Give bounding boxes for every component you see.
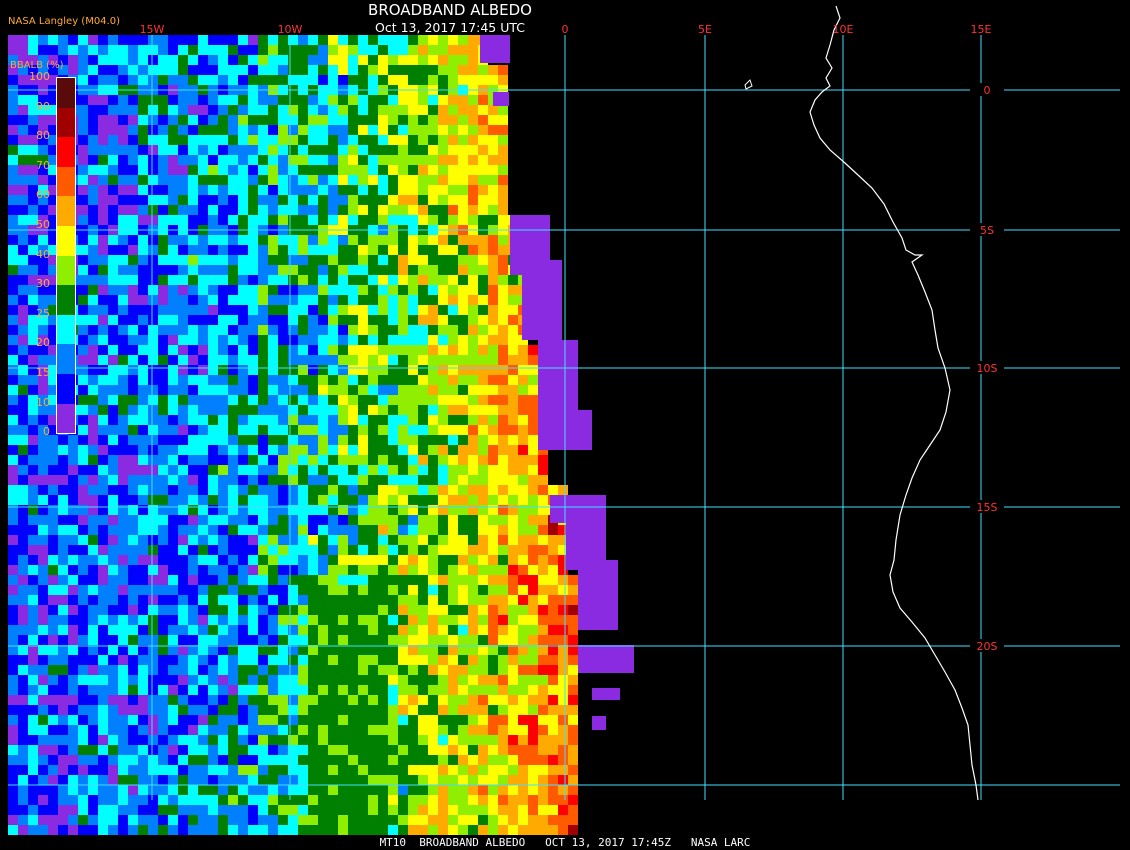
- map-timestamp: Oct 13, 2017 17:45 UTC: [375, 20, 525, 35]
- legend-label: 20: [36, 336, 50, 350]
- legend-swatch: [57, 166, 75, 197]
- legend-swatch: [57, 255, 75, 286]
- legend-label: 100: [29, 70, 50, 83]
- legend-label: 90: [36, 99, 50, 113]
- legend-swatch: [57, 344, 75, 374]
- legend-swatch: [57, 107, 75, 138]
- legend-label: 40: [36, 247, 50, 261]
- footer-caption: MT10 BROADBAND ALBEDO OCT 13, 2017 17:45…: [379, 836, 751, 849]
- legend-swatch: [57, 78, 75, 108]
- latitude-label: 5S: [980, 224, 994, 237]
- legend-swatch: [57, 374, 75, 404]
- map-title: BROADBAND ALBEDO: [368, 1, 532, 19]
- legend-swatch: [57, 137, 75, 167]
- legend-label: 10: [36, 395, 50, 409]
- legend-swatch: [57, 403, 75, 434]
- longitude-label: 15E: [971, 23, 992, 36]
- legend-label: 25: [36, 306, 50, 320]
- legend-label: 30: [36, 277, 50, 291]
- legend-swatch: [57, 314, 75, 345]
- latitude-label: 0: [984, 84, 991, 97]
- legend-swatch: [57, 226, 75, 256]
- latitude-label: 15S: [977, 501, 998, 514]
- legend-label: 60: [36, 188, 50, 202]
- producer-label: NASA Langley (M04.0): [8, 16, 120, 27]
- legend-label: 50: [36, 218, 50, 231]
- legend-label: 0: [43, 425, 50, 439]
- legend-swatch: [57, 196, 75, 226]
- legend-colorbar: [56, 77, 76, 435]
- latitude-label: 20S: [977, 640, 998, 653]
- latitude-label: 10S: [977, 362, 998, 375]
- albedo-map: 15W 10W 0 5E 10E 15E05S10S15S20S: [0, 0, 1130, 850]
- legend-label: 70: [36, 158, 50, 172]
- legend-label: 80: [36, 129, 50, 143]
- legend-label: 15: [36, 366, 50, 379]
- legend-swatch: [57, 285, 75, 315]
